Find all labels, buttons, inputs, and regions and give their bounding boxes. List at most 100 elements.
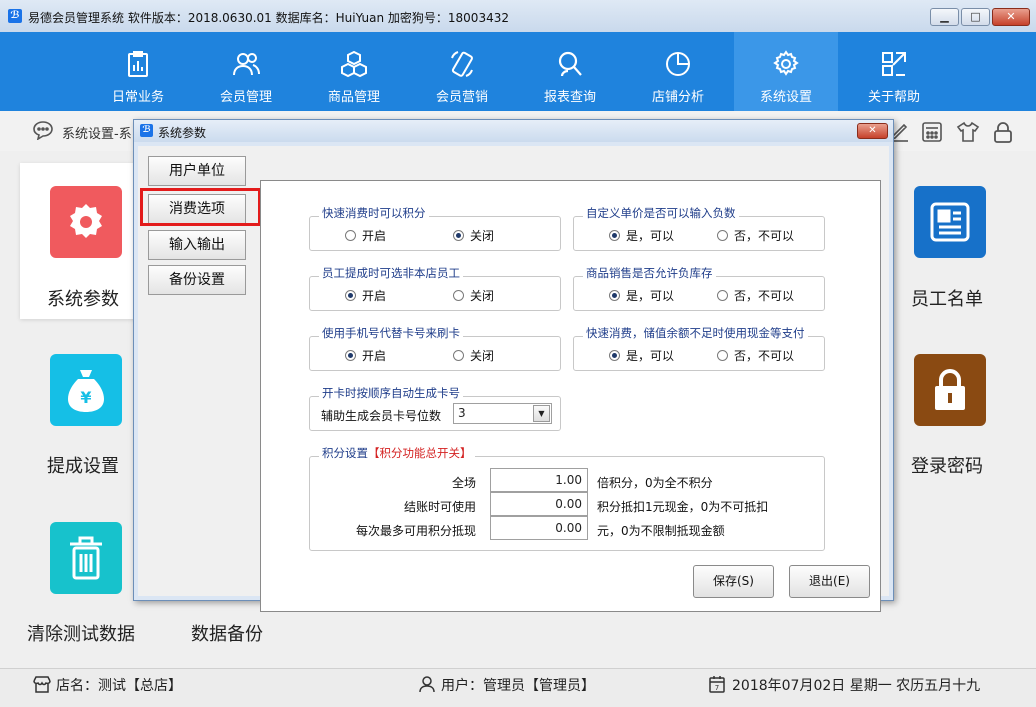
app-logo-icon: ℬ [140, 124, 153, 137]
window-title-bar: ℬ 易德会员管理系统 软件版本：2018.0630.01 数据库名：HuiYua… [0, 0, 1036, 33]
dialog-title: 系统参数 [158, 126, 207, 140]
selected-tab-highlight [140, 188, 261, 226]
tile-login-password[interactable] [914, 354, 986, 426]
points-row-hint: 倍积分，0为全不积分 [597, 476, 713, 490]
gear-icon [70, 204, 102, 238]
radio-cash-fallback-yes[interactable]: 是，可以 [609, 347, 674, 364]
status-store: 店名：测试【总店】 [56, 678, 182, 694]
points-max-cash-input[interactable]: 0.00 [490, 516, 588, 540]
radio-label: 开启 [362, 289, 387, 303]
tab-input-output[interactable]: 输入输出 [148, 230, 246, 260]
nav-label: 会员营销 [435, 90, 488, 105]
radio-label: 关闭 [470, 289, 495, 303]
card-digits-select[interactable]: 3 ▼ [453, 403, 552, 424]
help-icon [882, 52, 906, 76]
calendar-icon: 7 [709, 676, 725, 693]
dialog-title-bar: ℬ 系统参数 ✕ [134, 120, 893, 142]
pie-chart-icon [666, 52, 690, 76]
radio-negative-stock-no[interactable]: 否，不可以 [717, 287, 794, 304]
close-button[interactable]: ✕ [992, 8, 1030, 26]
points-multiplier-input[interactable]: 1.00 [490, 468, 588, 492]
calculator-icon[interactable] [920, 121, 944, 143]
radio-label: 是，可以 [626, 229, 675, 243]
search-person-icon [558, 51, 582, 77]
nav-item-report-query[interactable]: 报表查询 [518, 32, 622, 111]
app-logo-icon: ℬ [8, 9, 22, 23]
tab-backup-settings[interactable]: 备份设置 [148, 265, 246, 295]
radio-label: 是，可以 [626, 349, 675, 363]
radio-phone-as-card-on[interactable]: 开启 [345, 347, 386, 364]
radio-staff-cross-store-off[interactable]: 关闭 [453, 287, 494, 304]
radio-staff-cross-store-on[interactable]: 开启 [345, 287, 386, 304]
gear-icon [773, 50, 799, 76]
points-title-note: 【积分功能总开关】 [368, 446, 472, 460]
points-title: 积分设置 [322, 446, 368, 460]
radio-label: 否，不可以 [734, 289, 795, 303]
tile-system-params[interactable] [50, 186, 122, 258]
card-digits-label: 辅助生成会员卡号位数 [321, 409, 442, 423]
user-icon [419, 676, 435, 693]
save-button[interactable]: 保存(S) [693, 565, 774, 598]
radio-label: 是，可以 [626, 289, 675, 303]
svg-text:¥: ¥ [80, 388, 91, 407]
radio-label: 开启 [362, 229, 387, 243]
points-redeem-input[interactable]: 0.00 [490, 492, 588, 516]
radio-dot [609, 290, 620, 301]
radio-phone-as-card-off[interactable]: 关闭 [453, 347, 494, 364]
points-row-hint: 元，0为不限制抵现金额 [597, 524, 725, 538]
nav-item-daily-business[interactable]: 日常业务 [86, 32, 190, 111]
nav-item-store-analysis[interactable]: 店铺分析 [626, 32, 730, 111]
tile-clear-test-data[interactable] [50, 522, 122, 594]
nav-item-system-settings[interactable]: 系统设置 [734, 32, 838, 111]
minimize-button[interactable]: ▁ [930, 8, 959, 26]
radio-negative-stock-yes[interactable]: 是，可以 [609, 287, 674, 304]
nav-item-about-help[interactable]: 关于帮助 [842, 32, 946, 111]
radio-label: 关闭 [470, 349, 495, 363]
group-title: 快速消费时可以积分 [319, 205, 429, 221]
radio-quick-points-on[interactable]: 开启 [345, 227, 386, 244]
nav-item-member-marketing[interactable]: 会员营销 [410, 32, 514, 111]
nav-label: 店铺分析 [651, 90, 704, 105]
tile-label-staff-list: 员工名单 [911, 289, 983, 310]
radio-dot [717, 230, 728, 241]
points-row-label: 全场 [451, 476, 476, 490]
lock-icon[interactable] [991, 121, 1015, 143]
store-icon [33, 676, 51, 693]
nav-label: 商品管理 [327, 90, 380, 105]
tile-label-commission: 提成设置 [47, 456, 119, 477]
radio-dot [609, 230, 620, 241]
system-params-dialog: ℬ 系统参数 ✕ 用户单位 消费选项 输入输出 备份设置 快速消费时可以积分 开… [133, 119, 894, 612]
nav-item-member-management[interactable]: 会员管理 [194, 32, 298, 111]
nav-item-goods-management[interactable]: 商品管理 [302, 32, 406, 111]
tile-staff-list[interactable] [914, 186, 986, 258]
radio-dot [453, 230, 464, 241]
radio-dot [453, 290, 464, 301]
tab-user-unit[interactable]: 用户单位 [148, 156, 246, 186]
radio-quick-points-off[interactable]: 关闭 [453, 227, 494, 244]
group-title: 使用手机号代替卡号来刷卡 [319, 325, 463, 341]
tile-label-clear-test: 清除测试数据 [27, 624, 135, 645]
radio-dot [453, 350, 464, 361]
shirt-icon[interactable] [956, 121, 980, 143]
nav-label: 关于帮助 [867, 90, 920, 105]
radio-dot [717, 290, 728, 301]
trash-icon [70, 536, 102, 580]
status-date: 2018年07月02日 星期一 农历五月十九 [732, 678, 981, 694]
radio-dot [609, 350, 620, 361]
dialog-close-button[interactable]: ✕ [857, 123, 888, 139]
tile-label-data-backup[interactable]: 数据备份 [191, 620, 263, 646]
boxes-icon [341, 50, 367, 78]
clipboard-chart-icon [128, 51, 148, 77]
tile-commission-settings[interactable]: ¥ [50, 354, 122, 426]
radio-custom-price-no[interactable]: 否，不可以 [717, 227, 794, 244]
nav-label: 日常业务 [111, 90, 164, 105]
radio-label: 否，不可以 [734, 229, 795, 243]
radio-custom-price-yes[interactable]: 是，可以 [609, 227, 674, 244]
chevron-down-icon[interactable]: ▼ [533, 405, 550, 422]
radio-label: 开启 [362, 349, 387, 363]
radio-cash-fallback-no[interactable]: 否，不可以 [717, 347, 794, 364]
maximize-button[interactable]: □ [961, 8, 990, 26]
tile-label-login-password: 登录密码 [911, 456, 983, 477]
tile-label-system-params: 系统参数 [47, 289, 119, 310]
exit-button[interactable]: 退出(E) [789, 565, 870, 598]
